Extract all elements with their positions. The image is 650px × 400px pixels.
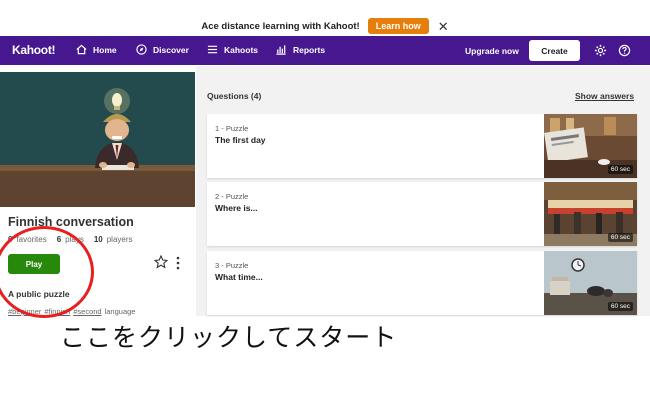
question-type: 2 - Puzzle — [215, 192, 249, 201]
more-options-icon[interactable] — [175, 256, 181, 270]
nav-label: Discover — [153, 44, 189, 55]
question-type: 1 - Puzzle — [215, 124, 249, 133]
page: Ace distance learning with Kahoot! Learn… — [0, 0, 650, 400]
nav-item-kahoots[interactable]: Kahoots — [207, 44, 258, 55]
question-thumbnail: 60 sec — [544, 251, 637, 315]
questions-panel: Questions (4) Show answers 1 - Puzzle Th… — [196, 66, 650, 316]
time-limit-badge: 60 sec — [607, 302, 633, 311]
gear-icon[interactable] — [594, 44, 607, 57]
show-answers-button[interactable]: Show answers — [575, 91, 634, 101]
questions-header: Questions (4) — [207, 91, 262, 101]
kahoot-logo[interactable]: Kahoot! — [12, 43, 56, 57]
banner-text: Ace distance learning with Kahoot! — [201, 20, 360, 32]
question-card[interactable]: 2 - Puzzle Where is... 60 sec — [207, 182, 637, 246]
annotation-caption: ここをクリックしてスタート — [60, 323, 398, 352]
favorite-star-icon[interactable] — [154, 255, 168, 269]
help-icon[interactable] — [618, 44, 631, 57]
nav-item-discover[interactable]: Discover — [136, 44, 189, 55]
question-title: What time... — [215, 272, 263, 282]
upgrade-now-link[interactable]: Upgrade now — [465, 46, 519, 56]
question-thumbnail: 60 sec — [544, 114, 637, 178]
list-icon — [207, 45, 218, 54]
nav-label: Home — [93, 44, 117, 55]
nav-label: Kahoots — [224, 44, 258, 55]
nav-item-reports[interactable]: Reports — [275, 44, 325, 55]
create-button[interactable]: Create — [529, 40, 580, 61]
home-icon — [76, 44, 87, 55]
stat-players: 10 players — [93, 235, 133, 244]
question-title: The first day — [215, 135, 266, 145]
question-card[interactable]: 3 - Puzzle What time... 60 sec — [207, 251, 637, 315]
tag-link[interactable]: #second — [73, 307, 101, 316]
close-icon[interactable]: ✕ — [438, 20, 449, 33]
quiz-cover-image — [0, 72, 195, 207]
question-card[interactable]: 1 - Puzzle The first day 60 sec — [207, 114, 637, 178]
time-limit-badge: 60 sec — [607, 233, 633, 242]
time-limit-badge: 60 sec — [607, 165, 633, 174]
quiz-title: Finnish conversation — [8, 215, 134, 229]
question-type: 3 - Puzzle — [215, 261, 249, 270]
tag-tail-text: language — [104, 307, 136, 316]
question-thumbnail: 60 sec — [544, 182, 637, 246]
learn-how-button[interactable]: Learn how — [367, 18, 429, 34]
question-title: Where is... — [215, 203, 258, 213]
nav-item-home[interactable]: Home — [76, 44, 117, 55]
nav-label: Reports — [293, 44, 326, 55]
compass-icon — [136, 44, 147, 55]
promo-banner: Ace distance learning with Kahoot! Learn… — [0, 14, 650, 38]
bar-chart-icon — [276, 45, 286, 55]
